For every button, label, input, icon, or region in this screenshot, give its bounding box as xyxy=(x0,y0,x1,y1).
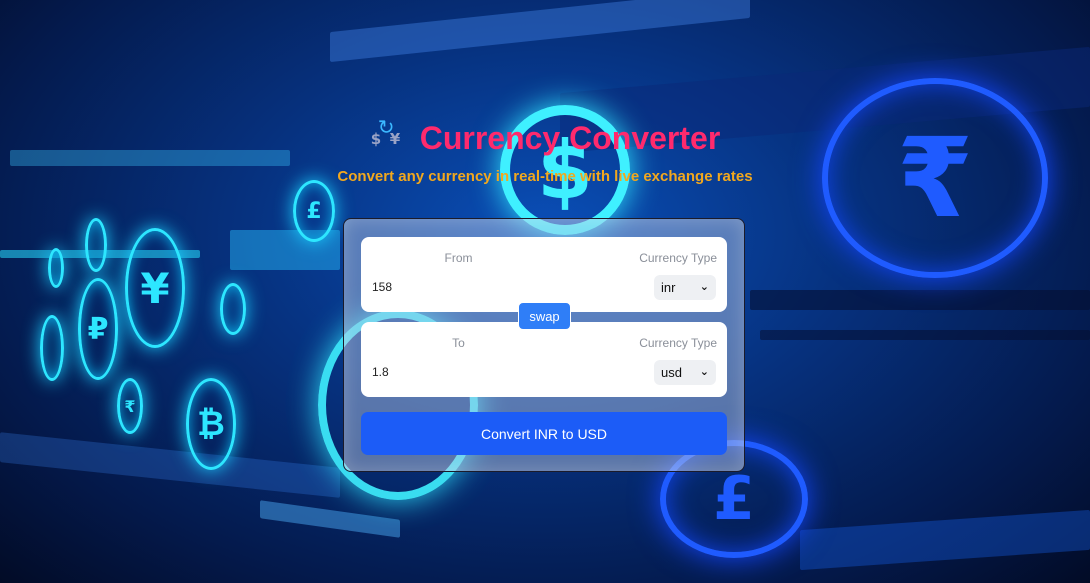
from-currency-select[interactable]: inr ⌄ xyxy=(654,275,716,300)
yen-coin-icon: ¥ xyxy=(125,228,185,348)
currency-exchange-icon: $ ¥ ↻ xyxy=(370,115,406,157)
chevron-down-icon: ⌄ xyxy=(699,280,709,293)
ruble-coin-icon: ₽ xyxy=(78,278,118,380)
to-currency-value: usd xyxy=(661,365,682,380)
pound-coin-icon: £ xyxy=(293,180,335,242)
bitcoin-coin-icon: ₿ xyxy=(186,378,236,470)
swap-button[interactable]: swap xyxy=(518,302,571,330)
to-amount-input[interactable]: 1.8 xyxy=(372,365,389,379)
coin-icon xyxy=(220,283,246,335)
to-panel: To Currency Type 1.8 usd ⌄ xyxy=(361,322,727,397)
to-currency-select[interactable]: usd ⌄ xyxy=(654,360,716,385)
converter-card: From Currency Type 158 inr ⌄ To Currency… xyxy=(343,218,745,472)
from-currency-value: inr xyxy=(661,280,676,295)
to-currency-type-label: Currency Type xyxy=(639,336,717,350)
page-title: Currency Converter xyxy=(419,120,721,156)
coin-icon xyxy=(85,218,107,272)
chevron-down-icon: ⌄ xyxy=(699,365,709,378)
from-amount-input[interactable]: 158 xyxy=(372,280,392,294)
from-currency-type-label: Currency Type xyxy=(639,251,717,265)
from-label: From xyxy=(444,251,473,265)
page-subtitle: Convert any currency in real-time with l… xyxy=(337,168,753,185)
refresh-arrow-icon: ↻ xyxy=(377,114,395,139)
to-label: To xyxy=(452,336,465,350)
convert-button[interactable]: Convert INR to USD xyxy=(361,412,727,455)
coin-icon xyxy=(48,248,64,288)
rupee-coin-icon: ₹ xyxy=(117,378,143,434)
app-header: $ ¥ ↻ Currency Converter xyxy=(0,115,1090,157)
from-panel: From Currency Type 158 inr ⌄ xyxy=(361,237,727,312)
coin-icon xyxy=(40,315,64,381)
